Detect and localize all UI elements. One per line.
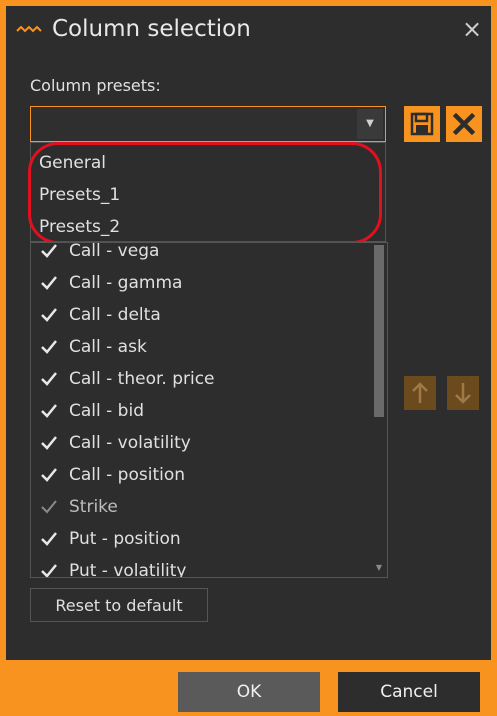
list-item-call-gamma[interactable]: Call - gamma bbox=[31, 268, 361, 300]
column-presets-label: Column presets: bbox=[30, 76, 161, 95]
column-label: Call - volatility bbox=[69, 433, 191, 453]
checkbox-checked-icon bbox=[41, 468, 57, 482]
list-item-call-bid[interactable]: Call - bid bbox=[31, 396, 361, 428]
dropdown-arrow-button[interactable]: ▼ bbox=[357, 109, 383, 139]
reset-to-default-button[interactable]: Reset to default bbox=[30, 588, 208, 622]
arrow-up-icon bbox=[412, 382, 428, 403]
column-label: Call - theor. price bbox=[69, 369, 215, 389]
close-icon: × bbox=[461, 15, 483, 43]
preset-option-presets-1[interactable]: Presets_1 bbox=[39, 181, 120, 209]
move-up-button[interactable] bbox=[404, 376, 436, 410]
dialog-footer: OK Cancel bbox=[0, 660, 497, 716]
checkbox-checked-icon bbox=[41, 532, 57, 546]
save-preset-button[interactable] bbox=[404, 106, 440, 142]
column-presets-input[interactable] bbox=[31, 107, 353, 141]
save-icon bbox=[410, 112, 434, 136]
checkbox-checked-icon bbox=[41, 564, 57, 577]
checkbox-checked-icon bbox=[41, 244, 57, 258]
list-item-call-vega[interactable]: Call - vega bbox=[31, 242, 361, 268]
move-down-button[interactable] bbox=[447, 376, 479, 410]
column-label: Put - position bbox=[69, 529, 181, 549]
list-scrollbar[interactable]: ▼ bbox=[373, 245, 385, 575]
list-item-strike: Strike bbox=[31, 492, 361, 524]
scroll-down-icon[interactable]: ▼ bbox=[374, 563, 384, 573]
column-label: Call - bid bbox=[69, 401, 144, 421]
preset-option-presets-2[interactable]: Presets_2 bbox=[39, 213, 120, 241]
checkbox-checked-icon bbox=[41, 436, 57, 450]
list-item-put-position[interactable]: Put - position bbox=[31, 524, 361, 556]
checkbox-checked-disabled-icon bbox=[41, 500, 57, 514]
column-label: Put - volatility bbox=[69, 561, 187, 578]
column-presets-combobox[interactable]: ▼ bbox=[30, 106, 386, 142]
wave-icon bbox=[16, 25, 42, 33]
column-label: Call - delta bbox=[69, 305, 161, 325]
column-label: Strike bbox=[69, 497, 118, 517]
ok-button[interactable]: OK bbox=[178, 672, 320, 712]
preset-option-general[interactable]: General bbox=[39, 149, 106, 177]
cancel-button[interactable]: Cancel bbox=[338, 672, 480, 712]
presets-dropdown-list: General Presets_1 Presets_2 bbox=[30, 142, 386, 242]
column-label: Call - vega bbox=[69, 242, 160, 261]
column-label: Call - gamma bbox=[69, 273, 183, 293]
scrollbar-thumb[interactable] bbox=[374, 245, 384, 417]
list-item-call-delta[interactable]: Call - delta bbox=[31, 300, 361, 332]
title-bar: Column selection × bbox=[6, 6, 491, 52]
column-label: Call - ask bbox=[69, 337, 147, 357]
delete-icon bbox=[452, 112, 476, 136]
dialog-title: Column selection bbox=[52, 16, 251, 42]
close-button[interactable]: × bbox=[457, 14, 487, 44]
list-item-call-volatility[interactable]: Call - volatility bbox=[31, 428, 361, 460]
chevron-down-icon: ▼ bbox=[366, 118, 374, 129]
checkbox-checked-icon bbox=[41, 404, 57, 418]
column-selection-dialog: Column selection × Column presets: ▼ Gen… bbox=[0, 0, 497, 716]
arrow-down-icon bbox=[455, 383, 471, 404]
list-item-call-theor-price[interactable]: Call - theor. price bbox=[31, 364, 361, 396]
columns-list[interactable]: Call - vega Call - gamma Call - delta Ca… bbox=[30, 242, 388, 578]
list-item-call-ask[interactable]: Call - ask bbox=[31, 332, 361, 364]
checkbox-checked-icon bbox=[41, 340, 57, 354]
checkbox-checked-icon bbox=[41, 308, 57, 322]
list-item-put-volatility[interactable]: Put - volatility bbox=[31, 556, 361, 578]
checkbox-checked-icon bbox=[41, 372, 57, 386]
list-item-call-position[interactable]: Call - position bbox=[31, 460, 361, 492]
checkbox-checked-icon bbox=[41, 276, 57, 290]
column-label: Call - position bbox=[69, 465, 186, 485]
delete-preset-button[interactable] bbox=[446, 106, 482, 142]
